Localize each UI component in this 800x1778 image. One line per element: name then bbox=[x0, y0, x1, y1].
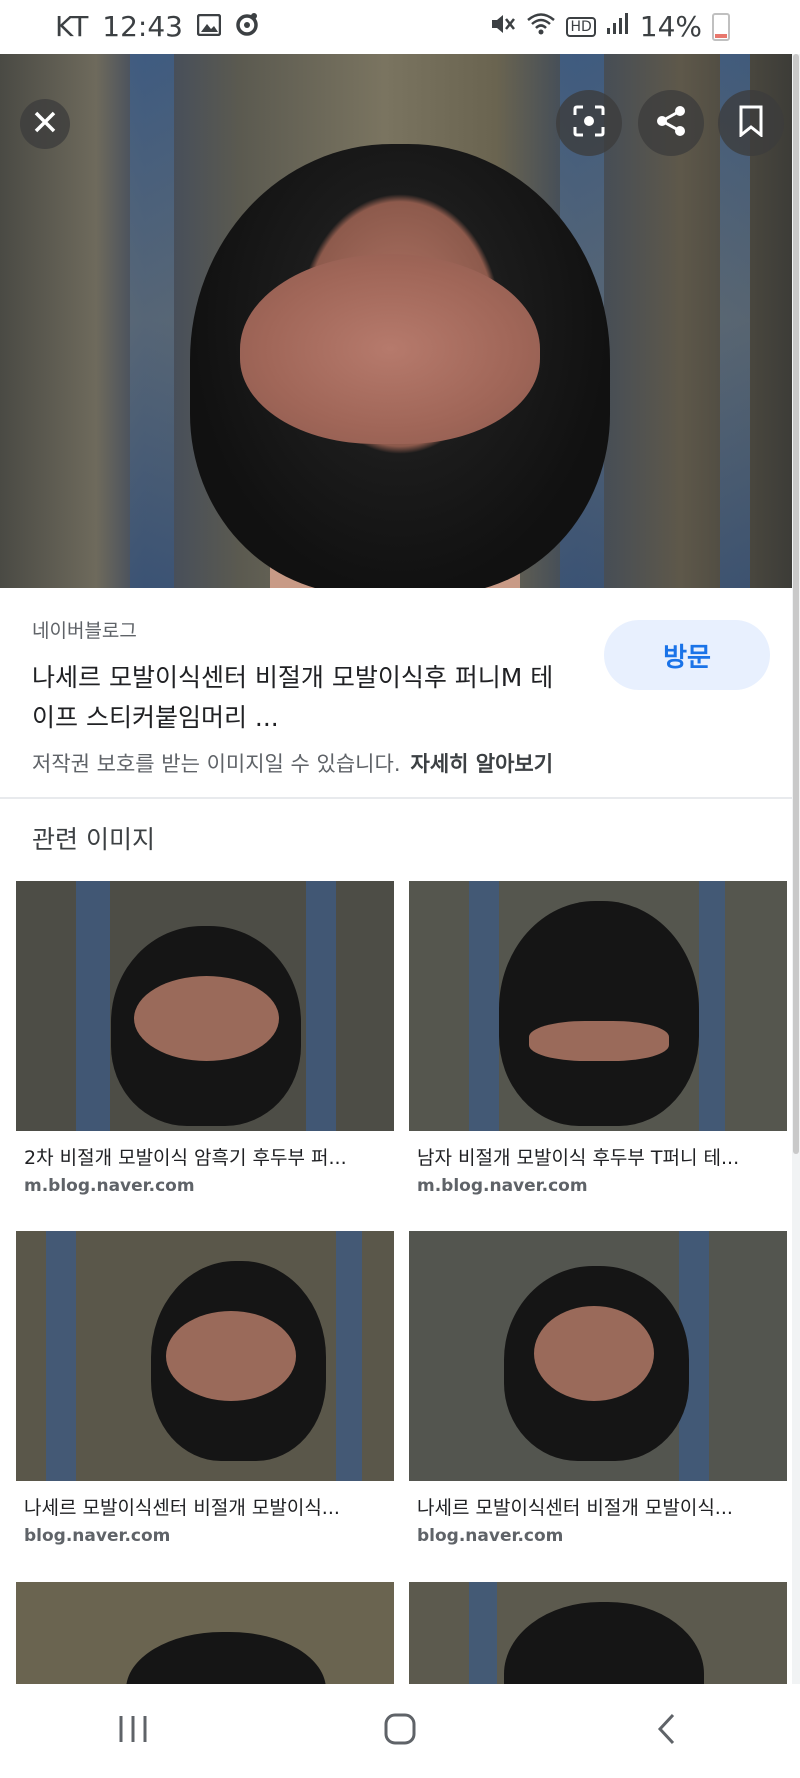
related-image-caption: 나세르 모발이식센터 비절개 모발이식... bbox=[24, 1497, 340, 1519]
system-navigation-bar bbox=[0, 1684, 800, 1778]
copyright-notice: 저작권 보호를 받는 이미지일 수 있습니다. 자세히 알아보기 bbox=[32, 748, 553, 778]
bookmark-button[interactable] bbox=[718, 90, 784, 156]
lens-scan-icon bbox=[572, 104, 606, 142]
share-icon bbox=[654, 104, 688, 142]
related-images-heading: 관련 이미지 bbox=[32, 825, 155, 854]
copyright-text: 저작권 보호를 받는 이미지일 수 있습니다. bbox=[32, 752, 401, 776]
related-image-thumbnail[interactable] bbox=[409, 1582, 787, 1684]
related-image-domain: blog.naver.com bbox=[24, 1526, 171, 1546]
back-icon bbox=[655, 1712, 679, 1750]
related-image-caption: 나세르 모발이식센터 비절개 모발이식... bbox=[417, 1497, 733, 1519]
related-image-thumbnail[interactable] bbox=[409, 1231, 787, 1481]
section-divider bbox=[0, 797, 800, 799]
battery-level: 14% bbox=[639, 10, 702, 43]
related-image-card[interactable]: 나세르 모발이식센터 비절개 모발이식... blog.naver.com bbox=[409, 1231, 787, 1546]
close-button[interactable] bbox=[20, 99, 70, 149]
source-name: 네이버블로그 bbox=[32, 620, 137, 642]
home-button[interactable] bbox=[360, 1701, 440, 1761]
hd-voice-icon: HD bbox=[566, 16, 596, 37]
lens-search-button[interactable] bbox=[556, 90, 622, 156]
related-image-thumbnail[interactable] bbox=[409, 881, 787, 1131]
related-image-thumbnail[interactable] bbox=[16, 1231, 394, 1481]
learn-more-link[interactable]: 자세히 알아보기 bbox=[411, 752, 554, 776]
home-icon bbox=[383, 1712, 417, 1750]
scrollbar[interactable] bbox=[792, 54, 800, 1684]
bookmark-icon bbox=[738, 105, 764, 141]
clock: 12:43 bbox=[102, 10, 183, 43]
sync-notification-icon bbox=[235, 10, 259, 43]
carrier-label: KT bbox=[55, 10, 89, 43]
related-image-thumbnail[interactable] bbox=[16, 1582, 394, 1684]
back-button[interactable] bbox=[627, 1701, 707, 1761]
share-button[interactable] bbox=[638, 90, 704, 156]
mute-icon bbox=[490, 10, 516, 43]
main-image[interactable] bbox=[0, 54, 800, 588]
recent-apps-button[interactable] bbox=[93, 1701, 173, 1761]
image-title[interactable]: 나세르 모발이식센터 비절개 모발이식후 퍼니M 테이프 스티커붙임머리 ... bbox=[32, 658, 572, 738]
related-image-caption: 남자 비절개 모발이식 후두부 T퍼니 테... bbox=[417, 1147, 740, 1169]
related-image-card[interactable] bbox=[409, 1582, 787, 1684]
related-image-caption: 2차 비절개 모발이식 암흑기 후두부 퍼... bbox=[24, 1147, 347, 1169]
image-info-panel: 네이버블로그 나세르 모발이식센터 비절개 모발이식후 퍼니M 테이프 스티커붙… bbox=[0, 588, 800, 798]
wifi-icon bbox=[526, 10, 556, 43]
visit-button[interactable]: 방문 bbox=[604, 620, 770, 690]
related-image-card[interactable] bbox=[16, 1582, 394, 1684]
related-image-card[interactable]: 남자 비절개 모발이식 후두부 T퍼니 테... m.blog.naver.co… bbox=[409, 881, 787, 1196]
close-icon bbox=[32, 109, 58, 139]
related-image-domain: blog.naver.com bbox=[417, 1526, 564, 1546]
battery-icon bbox=[712, 12, 730, 41]
related-image-card[interactable]: 나세르 모발이식센터 비절개 모발이식... blog.naver.com bbox=[16, 1231, 394, 1546]
status-bar: KT 12:43 HD 14% bbox=[0, 0, 800, 54]
related-image-domain: m.blog.naver.com bbox=[417, 1176, 588, 1196]
related-image-domain: m.blog.naver.com bbox=[24, 1176, 195, 1196]
signal-icon bbox=[606, 10, 630, 43]
recent-apps-icon bbox=[116, 1714, 150, 1748]
gallery-notification-icon bbox=[196, 10, 222, 43]
related-image-thumbnail[interactable] bbox=[16, 881, 394, 1131]
related-image-card[interactable]: 2차 비절개 모발이식 암흑기 후두부 퍼... m.blog.naver.co… bbox=[16, 881, 394, 1196]
